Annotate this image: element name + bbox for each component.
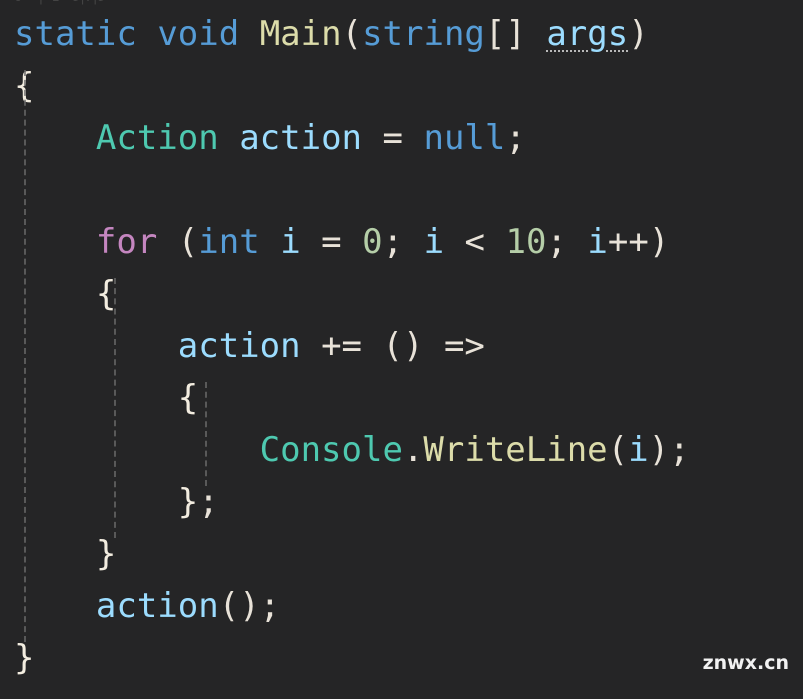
token-5-17: ; xyxy=(546,222,588,262)
guide-level-1 xyxy=(24,70,26,642)
guide-level-2 xyxy=(114,278,116,538)
token-8-1: { xyxy=(177,378,199,418)
token-9-2: . xyxy=(402,430,424,470)
token-7-5: () xyxy=(382,326,424,366)
token-1-1 xyxy=(137,14,157,54)
token-5-11: ; xyxy=(382,222,424,262)
code-line-8[interactable]: { xyxy=(0,372,803,424)
token-5-15 xyxy=(485,222,505,262)
code-line-9[interactable]: Console.WriteLine(i); xyxy=(0,424,803,476)
token-1-2: void xyxy=(157,14,240,54)
token-1-0: static xyxy=(14,14,137,54)
code-line-7[interactable]: action += () => xyxy=(0,320,803,372)
token-11-0 xyxy=(14,534,96,574)
token-3-1: Action xyxy=(95,118,219,158)
token-9-4: ( xyxy=(607,430,629,470)
token-8-0 xyxy=(14,378,178,418)
token-3-4 xyxy=(362,118,382,158)
token-5-6: i xyxy=(280,222,301,262)
code-lines-container[interactable]: static void Main(string[] args){ Action … xyxy=(0,8,803,699)
token-10-0 xyxy=(14,482,178,522)
code-line-4[interactable] xyxy=(0,164,803,216)
token-3-8: ; xyxy=(505,118,526,158)
token-5-9 xyxy=(342,222,362,262)
token-7-7: => xyxy=(443,326,485,366)
token-10-1: } xyxy=(177,482,199,522)
token-1-4: Main xyxy=(259,14,342,54)
token-9-6: ); xyxy=(648,430,690,470)
site-watermark: znwx.cn xyxy=(702,652,789,674)
code-line-3[interactable]: Action action = null; xyxy=(0,112,803,164)
code-line-2[interactable]: { xyxy=(0,60,803,112)
code-text-layer[interactable]: static void Main(string[] args){ Action … xyxy=(0,8,803,684)
code-line-10[interactable]: }; xyxy=(0,476,803,528)
token-9-0 xyxy=(14,430,260,470)
token-1-10: ) xyxy=(628,14,649,54)
token-9-1: Console xyxy=(259,430,403,470)
token-5-13 xyxy=(444,222,464,262)
token-3-3: action xyxy=(239,118,363,158)
token-5-5 xyxy=(260,222,280,262)
codelens-annotation: 0 | 1 9|7|9 xyxy=(14,0,106,5)
token-1-8 xyxy=(526,14,546,54)
token-7-0 xyxy=(14,326,178,366)
token-1-5: ( xyxy=(341,14,363,54)
token-7-1: action xyxy=(177,326,301,366)
code-editor-viewport[interactable]: 0 | 1 9|7|9 static void Main(string[] ar… xyxy=(0,0,803,699)
token-9-5: i xyxy=(628,430,649,470)
token-5-14: < xyxy=(464,222,486,262)
token-1-7: [] xyxy=(484,14,526,54)
code-line-13[interactable]: } xyxy=(0,632,803,684)
token-7-4 xyxy=(362,326,382,366)
code-line-6[interactable]: { xyxy=(0,268,803,320)
token-3-6 xyxy=(403,118,423,158)
token-5-7 xyxy=(301,222,321,262)
code-line-1[interactable]: static void Main(string[] args) xyxy=(0,8,803,60)
token-3-7: null xyxy=(423,118,506,158)
token-12-2: (); xyxy=(218,586,281,626)
code-line-12[interactable]: action(); xyxy=(0,580,803,632)
token-5-2 xyxy=(157,222,177,262)
token-5-0 xyxy=(14,222,96,262)
code-line-5[interactable]: for (int i = 0; i < 10; i++) xyxy=(0,216,803,268)
token-10-2: ; xyxy=(198,482,219,522)
token-3-5: = xyxy=(382,118,403,158)
token-11-1: } xyxy=(95,534,117,574)
token-5-4: int xyxy=(198,222,260,262)
token-13-0: } xyxy=(14,638,35,678)
token-12-1: action xyxy=(95,586,219,626)
token-5-19: ++) xyxy=(607,222,670,262)
token-6-0 xyxy=(14,274,96,314)
token-5-18: i xyxy=(587,222,608,262)
token-1-3 xyxy=(239,14,259,54)
token-5-1: for xyxy=(95,222,158,262)
token-12-0 xyxy=(14,586,96,626)
token-7-6 xyxy=(423,326,443,366)
token-3-0 xyxy=(14,118,96,158)
token-9-3: WriteLine xyxy=(423,430,608,470)
guide-level-3 xyxy=(205,382,207,486)
token-5-3: ( xyxy=(177,222,199,262)
token-5-10: 0 xyxy=(362,222,383,262)
token-5-16: 10 xyxy=(505,222,547,262)
token-5-12: i xyxy=(423,222,445,262)
token-3-2 xyxy=(219,118,239,158)
token-5-8: = xyxy=(321,222,342,262)
token-1-6: string xyxy=(362,14,485,54)
token-7-3: += xyxy=(321,326,363,366)
code-line-11[interactable]: } xyxy=(0,528,803,580)
token-7-2 xyxy=(301,326,321,366)
token-1-9: args xyxy=(546,14,629,54)
